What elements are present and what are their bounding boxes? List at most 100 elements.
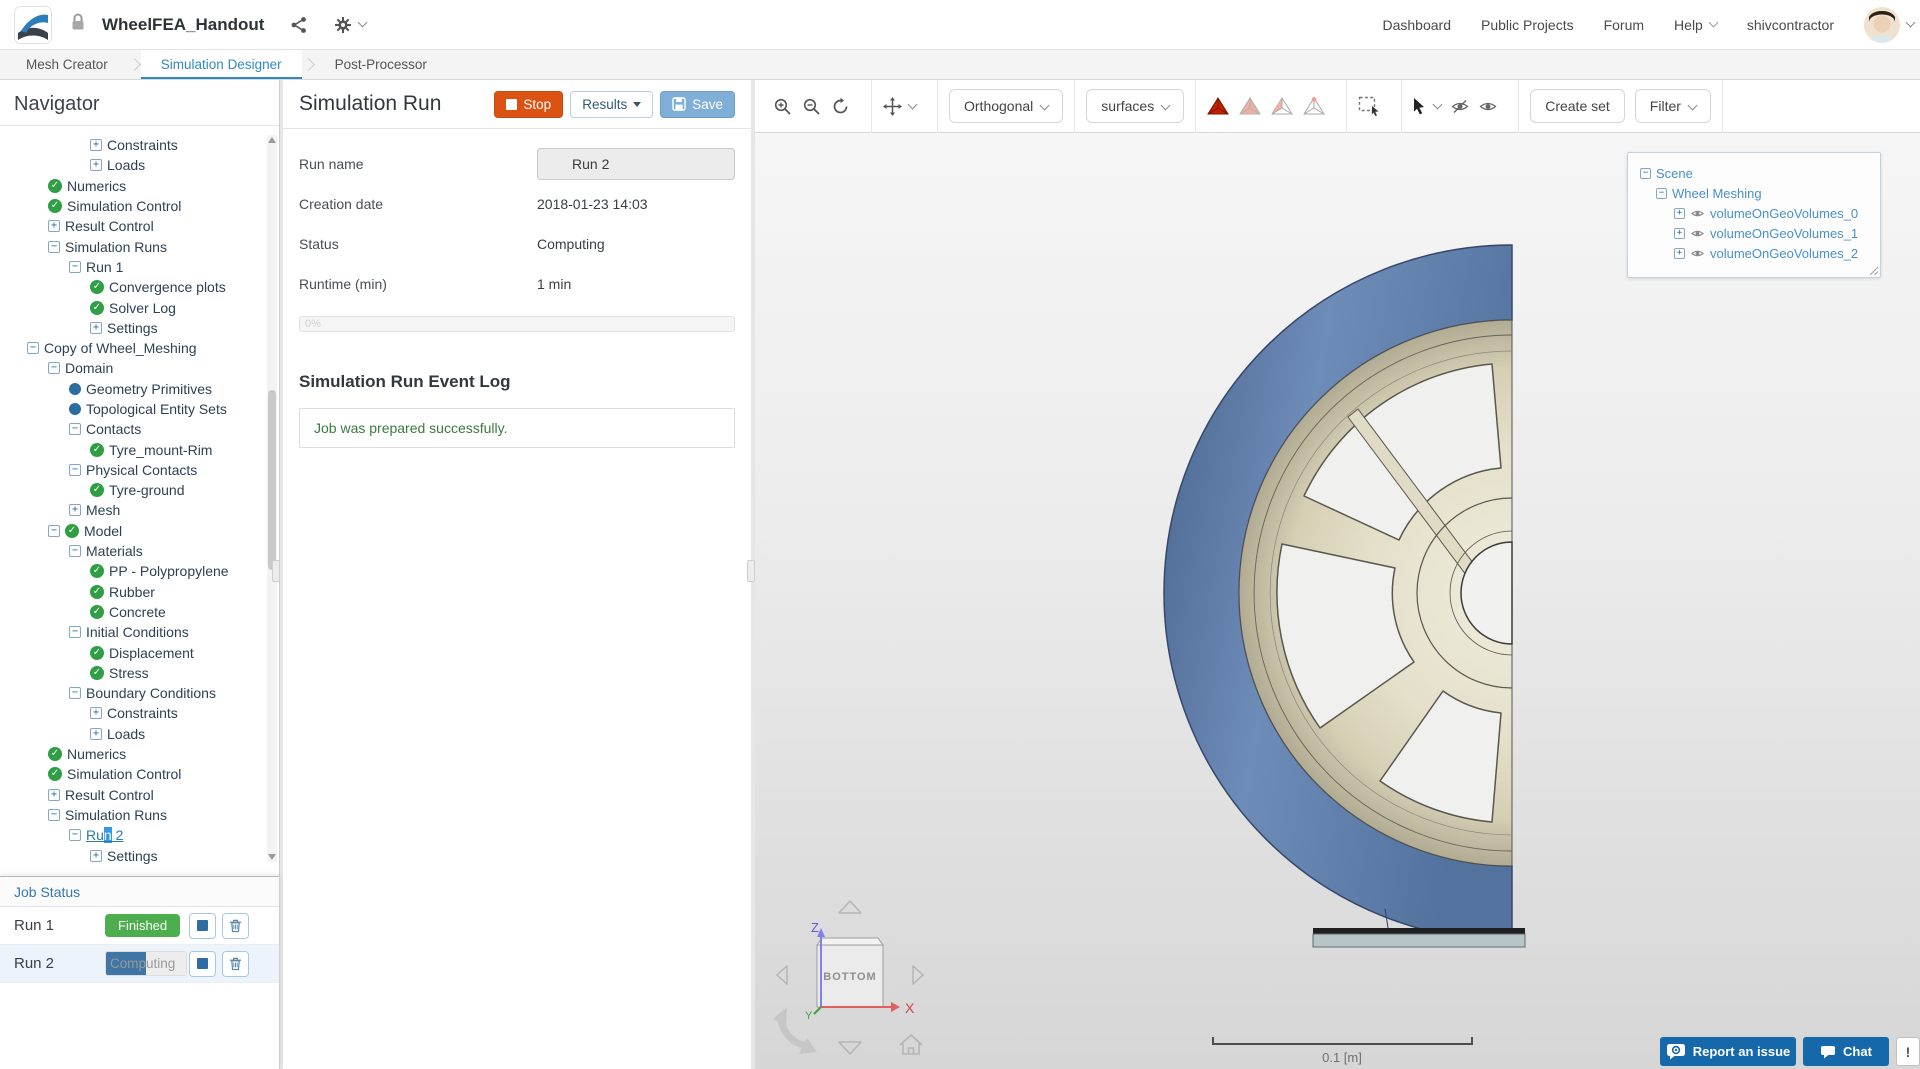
stop-job-button[interactable]	[189, 950, 216, 977]
zoom-in-icon[interactable]	[773, 97, 792, 116]
tree-item-tyre-mount-rim[interactable]: ✓ Tyre_mount-Rim	[0, 439, 260, 459]
tree-item-simulation-runs[interactable]: − Simulation Runs	[0, 236, 260, 256]
hide-eye-slash-icon[interactable]	[1451, 99, 1469, 114]
delete-job-button[interactable]	[222, 950, 249, 977]
tree-item-settings[interactable]: + Settings	[0, 318, 260, 338]
scene-volume-volumeongeovolumes-1[interactable]: + volumeOnGeoVolumes_1	[1640, 223, 1870, 243]
visibility-eye-icon[interactable]	[1690, 208, 1705, 219]
tree-item-constraints[interactable]: + Constraints	[0, 703, 260, 723]
header-link-forum[interactable]: Forum	[1604, 17, 1644, 33]
zoom-out-icon[interactable]	[802, 97, 821, 116]
tab-mesh-creator[interactable]: Mesh Creator	[6, 50, 128, 79]
collapse-minus-icon[interactable]: −	[48, 240, 60, 253]
expand-plus-icon[interactable]: +	[90, 159, 102, 172]
mesh-face-icon[interactable]	[1271, 96, 1294, 116]
alert-button[interactable]: !	[1896, 1037, 1920, 1066]
app-logo-icon[interactable]	[14, 5, 52, 44]
tree-item-initial-conditions[interactable]: − Initial Conditions	[0, 622, 260, 642]
collapse-minus-icon[interactable]: −	[69, 626, 81, 639]
settings-gear-icon[interactable]	[334, 16, 368, 34]
header-link-dashboard[interactable]: Dashboard	[1383, 17, 1452, 33]
tree-item-convergence-plots[interactable]: ✓ Convergence plots	[0, 277, 260, 297]
tree-item-concrete[interactable]: ✓ Concrete	[0, 602, 260, 622]
stop-button[interactable]: Stop	[494, 90, 564, 118]
avatar[interactable]	[1864, 6, 1900, 43]
tree-item-geometry-primitives[interactable]: Geometry Primitives	[0, 379, 260, 399]
tree-item-simulation-control[interactable]: ✓ Simulation Control	[0, 196, 260, 216]
show-eye-icon[interactable]	[1479, 99, 1497, 114]
run-name-input[interactable]: Run 2	[537, 147, 735, 180]
expand-plus-icon[interactable]: +	[90, 139, 102, 152]
pan-move-icon[interactable]	[883, 96, 918, 116]
scene-tree-root[interactable]: − Scene	[1640, 163, 1870, 183]
tree-item-loads[interactable]: + Loads	[0, 724, 260, 744]
projection-dropdown[interactable]: Orthogonal	[949, 89, 1064, 123]
expand-plus-icon[interactable]: +	[90, 849, 102, 862]
expand-plus-icon[interactable]: +	[90, 727, 102, 740]
tree-item-numerics[interactable]: ✓ Numerics	[0, 176, 260, 196]
display-mode-dropdown[interactable]: surfaces	[1086, 89, 1185, 123]
tree-item-boundary-conditions[interactable]: − Boundary Conditions	[0, 683, 260, 703]
panel-splitter-left[interactable]	[272, 560, 280, 582]
collapse-minus-icon[interactable]: −	[69, 260, 81, 273]
results-button[interactable]: Results	[570, 90, 654, 118]
tree-item-settings[interactable]: + Settings	[0, 845, 260, 865]
header-username[interactable]: shivcontractor	[1747, 17, 1834, 33]
tab-post-processor[interactable]: Post-Processor	[315, 50, 447, 79]
expand-plus-icon[interactable]: +	[90, 321, 102, 334]
tree-item-domain[interactable]: − Domain	[0, 358, 260, 378]
tree-item-copy-of-wheel-meshing[interactable]: − Copy of Wheel_Meshing	[0, 338, 260, 358]
tree-item-simulation-control[interactable]: ✓ Simulation Control	[0, 764, 260, 784]
expand-plus-icon[interactable]: +	[1674, 207, 1685, 219]
visibility-eye-icon[interactable]	[1690, 228, 1705, 239]
tree-item-simulation-runs[interactable]: − Simulation Runs	[0, 805, 260, 825]
box-select-icon[interactable]	[1358, 96, 1380, 116]
collapse-minus-icon[interactable]: −	[1656, 187, 1667, 199]
expand-plus-icon[interactable]: +	[48, 788, 60, 801]
tree-item-stress[interactable]: ✓ Stress	[0, 663, 260, 683]
viewport-3d[interactable]: Orthogonal surfaces Create set Filter BO…	[755, 79, 1920, 1069]
resize-handle-icon[interactable]	[1869, 266, 1879, 276]
tree-item-mesh[interactable]: + Mesh	[0, 500, 260, 520]
account-chevron-down-icon[interactable]	[1905, 17, 1916, 28]
scene-tree-group[interactable]: − Wheel Meshing	[1640, 183, 1870, 203]
collapse-minus-icon[interactable]: −	[1640, 167, 1651, 179]
tree-item-numerics[interactable]: ✓ Numerics	[0, 744, 260, 764]
tree-item-run-2[interactable]: − Run 2	[0, 825, 260, 845]
header-link-public-projects[interactable]: Public Projects	[1481, 17, 1574, 33]
tree-item-tyre-ground[interactable]: ✓ Tyre-ground	[0, 480, 260, 500]
stop-job-button[interactable]	[189, 912, 216, 939]
tree-item-contacts[interactable]: − Contacts	[0, 419, 260, 439]
report-issue-button[interactable]: Report an issue	[1660, 1037, 1796, 1066]
tree-item-physical-contacts[interactable]: − Physical Contacts	[0, 460, 260, 480]
tree-item-constraints[interactable]: + Constraints	[0, 135, 260, 155]
collapse-minus-icon[interactable]: −	[69, 687, 81, 700]
create-set-button[interactable]: Create set	[1530, 89, 1625, 123]
collapse-minus-icon[interactable]: −	[48, 362, 60, 375]
expand-plus-icon[interactable]: +	[90, 707, 102, 720]
tree-item-topological-entity-sets[interactable]: Topological Entity Sets	[0, 399, 260, 419]
collapse-minus-icon[interactable]: −	[69, 545, 81, 558]
tree-item-pp-polypropylene[interactable]: ✓ PP - Polypropylene	[0, 561, 260, 581]
tree-item-result-control[interactable]: + Result Control	[0, 785, 260, 805]
tab-simulation-designer[interactable]: Simulation Designer	[140, 50, 302, 79]
scroll-down-icon[interactable]	[268, 854, 276, 860]
refresh-icon[interactable]	[831, 97, 850, 116]
filter-dropdown[interactable]: Filter	[1634, 89, 1711, 123]
tree-item-result-control[interactable]: + Result Control	[0, 216, 260, 236]
visibility-eye-icon[interactable]	[1690, 248, 1705, 259]
tree-item-model[interactable]: − ✓ Model	[0, 521, 260, 541]
panel-splitter-right[interactable]	[747, 560, 755, 582]
tree-item-run-1[interactable]: − Run 1	[0, 257, 260, 277]
collapse-minus-icon[interactable]: −	[27, 342, 39, 355]
delete-job-button[interactable]	[222, 912, 249, 939]
collapse-minus-icon[interactable]: −	[69, 423, 81, 436]
tree-item-rubber[interactable]: ✓ Rubber	[0, 582, 260, 602]
select-cursor-icon[interactable]	[1413, 97, 1443, 115]
tree-item-displacement[interactable]: ✓ Displacement	[0, 642, 260, 662]
tree-item-solver-log[interactable]: ✓ Solver Log	[0, 297, 260, 317]
share-icon[interactable]	[290, 16, 308, 34]
expand-plus-icon[interactable]: +	[1674, 227, 1685, 239]
collapse-minus-icon[interactable]: −	[69, 829, 81, 842]
expand-plus-icon[interactable]: +	[69, 504, 81, 517]
